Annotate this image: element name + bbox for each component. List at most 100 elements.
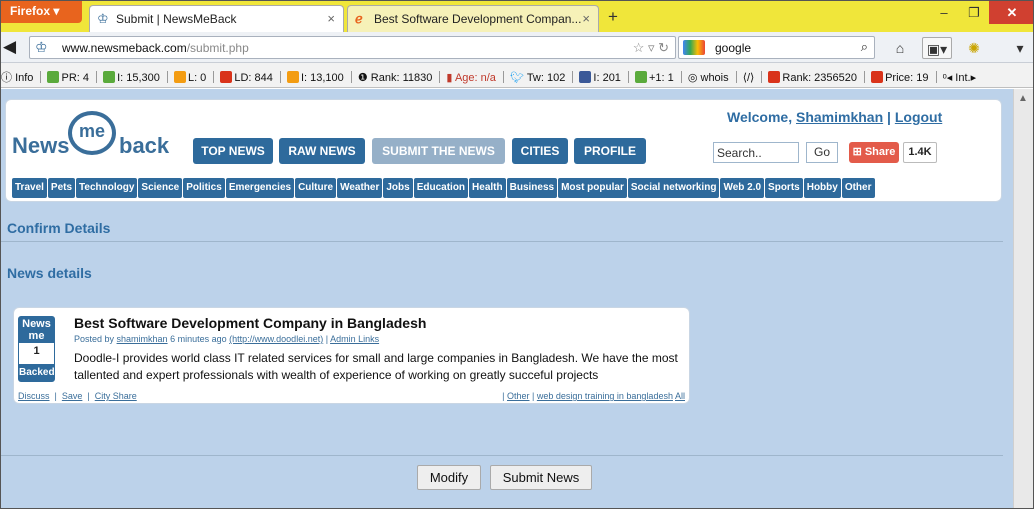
tag-other[interactable]: Other xyxy=(507,391,530,401)
vote-badge[interactable]: News me 1 Backed xyxy=(18,316,55,382)
category-pets[interactable]: Pets xyxy=(47,178,76,198)
tag-web-design-training[interactable]: web design training in bangladesh xyxy=(537,391,673,401)
divider xyxy=(1,455,1003,456)
toolbar-overflow-icon[interactable]: ▾ xyxy=(1009,37,1031,59)
alexa-rank-item[interactable]: ❶ Rank: 11830 xyxy=(358,71,433,84)
search-icon[interactable]: ⌕ xyxy=(861,39,868,55)
vote-count: 1 xyxy=(33,345,40,357)
browser-window: Firefox ▾ ♔ Submit | NewsMeBack × ℯ Best… xyxy=(0,0,1034,509)
newsmeback-logo[interactable]: News me back xyxy=(12,111,184,169)
category-jobs[interactable]: Jobs xyxy=(383,178,413,198)
category-culture[interactable]: Culture xyxy=(295,178,337,198)
category-travel[interactable]: Travel xyxy=(12,178,47,198)
category-education[interactable]: Education xyxy=(413,178,469,198)
category-technology[interactable]: Technology xyxy=(76,178,138,198)
story-tags: | Other | web design training in banglad… xyxy=(502,391,685,401)
minimize-icon[interactable]: – xyxy=(929,1,959,24)
category-most-popular[interactable]: Most popular xyxy=(558,178,627,198)
firefox-menu-button[interactable]: Firefox ▾ xyxy=(1,1,82,23)
linkdomain-item[interactable]: LD: 844 xyxy=(220,71,273,84)
category-science[interactable]: Science xyxy=(138,178,183,198)
story-meta: Posted by shamimkhan 6 minutes ago (http… xyxy=(74,334,380,344)
news-details-heading: News details xyxy=(7,265,92,281)
google-plus-icon xyxy=(635,71,647,83)
backed-label: Backed xyxy=(19,364,55,381)
ie-favicon-icon: ℯ xyxy=(355,11,363,26)
scroll-up-icon[interactable]: ▲ xyxy=(1018,93,1028,104)
seo-info-bar: ⓘ Info PR: 4 I: 15,300 L: 0 LD: 844 I: 1… xyxy=(1,63,1033,88)
search-box[interactable]: google ⌕ xyxy=(678,36,875,59)
author-link[interactable]: shamimkhan xyxy=(117,334,168,344)
tab-title: Best Software Development Compan... xyxy=(374,12,582,26)
nav-raw-news[interactable]: RAW NEWS xyxy=(279,138,365,164)
save-link[interactable]: Save xyxy=(62,391,83,401)
nav-top-news[interactable]: TOP NEWS xyxy=(193,138,273,164)
pagerank-item[interactable]: PR: 4 xyxy=(47,71,89,84)
nav-submit-the-news[interactable]: SUBMIT THE NEWS xyxy=(372,138,505,164)
domain-age-item[interactable]: ▮ Age: n/a xyxy=(446,71,496,84)
index-item[interactable]: I: 15,300 xyxy=(103,71,160,84)
category-bar: Travel Pets Technology Science Politics Emerg… xyxy=(12,177,876,198)
share-button[interactable]: ⊞ Share xyxy=(849,142,899,163)
window-controls: – ❐ ✕ xyxy=(929,1,1033,24)
restore-icon[interactable]: ❐ xyxy=(959,1,989,24)
nav-cities[interactable]: CITIES xyxy=(512,138,568,164)
tag-all[interactable]: All xyxy=(675,391,685,401)
gplus-item[interactable]: +1: 1 xyxy=(635,71,674,84)
yahoo-icon xyxy=(220,71,233,83)
nav-profile[interactable]: PROFILE xyxy=(574,138,646,164)
category-sports[interactable]: Sports xyxy=(765,178,803,198)
city-share-link[interactable]: City Share xyxy=(95,391,137,401)
category-politics[interactable]: Politics xyxy=(183,178,225,198)
facebook-icon xyxy=(579,71,592,83)
source-link[interactable]: (http://www.doodlei.net) xyxy=(229,334,323,344)
twitter-item[interactable]: 🐦︎ Tw: 102 xyxy=(510,71,565,84)
category-health[interactable]: Health xyxy=(469,178,506,198)
category-emergencies[interactable]: Emergencies xyxy=(225,178,295,198)
addon-icon[interactable]: ✺ xyxy=(959,37,989,59)
vertical-scrollbar[interactable]: ▲ xyxy=(1013,89,1033,508)
welcome-text: Welcome, Shamimkhan | Logout xyxy=(727,109,943,125)
tab-submit-newsmeback[interactable]: ♔ Submit | NewsMeBack × xyxy=(89,5,344,32)
new-tab-button[interactable]: + xyxy=(602,7,624,29)
admin-links[interactable]: Admin Links xyxy=(330,334,379,344)
bing-index-item[interactable]: I: 13,100 xyxy=(286,71,344,84)
url-bar[interactable]: ♔ www.newsmeback.com/submit.php ☆ ▿ ↻ xyxy=(29,36,676,59)
modify-button[interactable]: Modify xyxy=(417,465,481,490)
category-other[interactable]: Other xyxy=(841,178,875,198)
divider xyxy=(1,241,1003,242)
whois-item[interactable]: ◎ whois xyxy=(688,71,729,84)
discuss-link[interactable]: Discuss xyxy=(18,391,50,401)
close-icon[interactable]: × xyxy=(327,11,335,26)
category-social-networking[interactable]: Social networking xyxy=(627,178,720,198)
facebook-item[interactable]: I: 201 xyxy=(579,71,621,84)
source-item[interactable]: ⟨/⟩ xyxy=(743,71,755,84)
category-hobby[interactable]: Hobby xyxy=(803,178,841,198)
category-business[interactable]: Business xyxy=(506,178,558,198)
rank2-item[interactable]: Rank: 2356520 xyxy=(768,71,857,84)
price-item[interactable]: Price: 19 xyxy=(871,71,929,84)
story-title[interactable]: Best Software Development Company in Ban… xyxy=(74,315,426,331)
logout-link[interactable]: Logout xyxy=(895,109,942,125)
story-actions: Discuss | Save | City Share xyxy=(18,391,137,401)
close-icon[interactable]: × xyxy=(582,11,590,26)
google-engine-icon[interactable] xyxy=(683,40,705,55)
info-item[interactable]: ⓘ Info xyxy=(1,69,33,85)
site-identity-icon[interactable]: ♔ xyxy=(35,39,48,56)
twitter-icon: 🐦︎ xyxy=(509,72,524,84)
close-window-icon[interactable]: ✕ xyxy=(989,1,1033,24)
more-item[interactable]: ᵒ◂ Int.▸ xyxy=(943,71,977,84)
category-web-2[interactable]: Web 2.0 xyxy=(720,178,765,198)
category-weather[interactable]: Weather xyxy=(337,178,383,198)
bookmarks-menu-icon[interactable]: ▣▾ xyxy=(922,37,952,59)
go-button[interactable]: Go xyxy=(806,142,838,163)
site-search-input[interactable]: Search.. xyxy=(713,142,799,163)
news-story-card: News me 1 Backed Best Software Developmen… xyxy=(13,307,690,404)
username-link[interactable]: Shamimkhan xyxy=(796,109,883,125)
home-icon[interactable]: ⌂ xyxy=(888,37,912,59)
bookmark-star-icon[interactable]: ☆ ▿ ↻ xyxy=(633,40,669,56)
submit-news-button[interactable]: Submit News xyxy=(490,465,592,490)
tab-best-software[interactable]: ℯ Best Software Development Compan... × xyxy=(347,5,599,32)
links-item[interactable]: L: 0 xyxy=(173,71,206,84)
back-arrow-icon[interactable]: ◀ xyxy=(3,38,25,58)
